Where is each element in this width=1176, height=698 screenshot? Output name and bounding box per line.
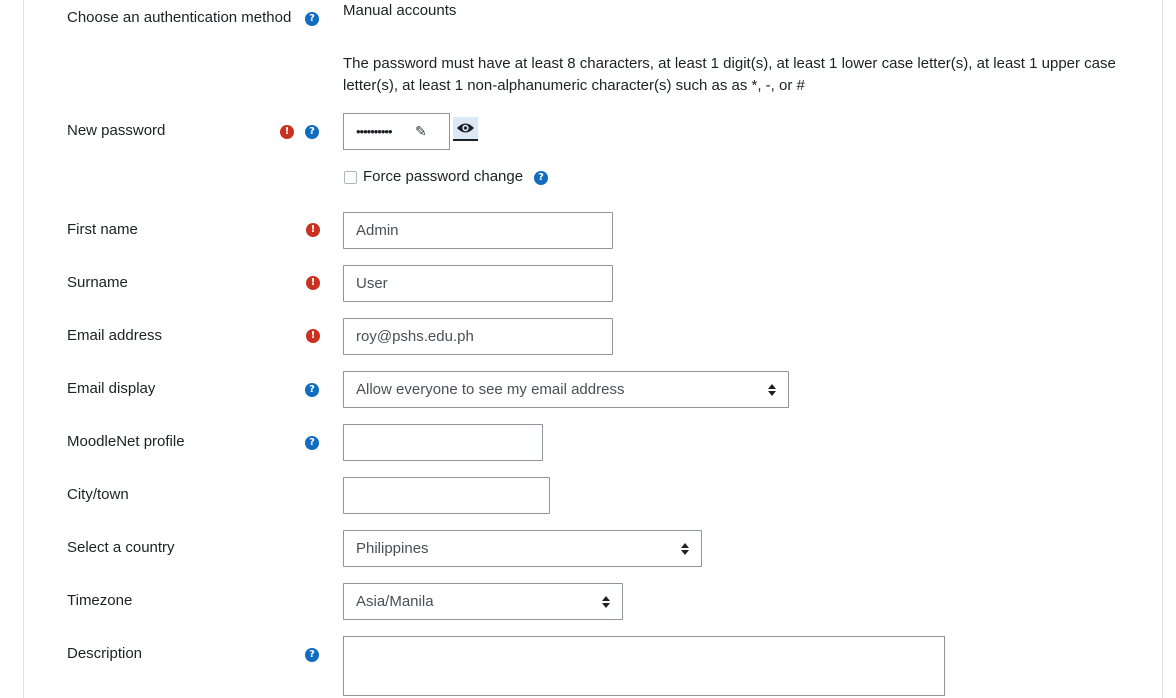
city-input[interactable]	[343, 477, 550, 514]
required-icon: !	[306, 276, 320, 290]
description-editor[interactable]	[343, 636, 945, 696]
description-label: Description	[67, 645, 143, 662]
country-value: Philippines	[356, 540, 429, 557]
new-password-help-icon[interactable]: ?	[305, 125, 319, 139]
new-password-value: ••••••••••	[356, 124, 393, 139]
password-rules-text: The password must have at least 8 charac…	[343, 55, 1116, 94]
email-label: Email address	[67, 327, 163, 344]
timezone-value: Asia/Manila	[356, 593, 434, 610]
email-display-label: Email display	[67, 380, 156, 397]
eye-icon	[457, 123, 474, 133]
select-caret-icon	[768, 383, 776, 397]
country-select[interactable]: Philippines	[343, 530, 702, 567]
force-password-change-help-icon[interactable]: ?	[534, 171, 548, 185]
moodlenet-label: MoodleNet profile	[67, 433, 185, 450]
auth-method-value: Manual accounts	[343, 2, 457, 19]
email-input[interactable]: roy@pshs.edu.ph	[343, 318, 613, 355]
surname-input[interactable]: User	[343, 265, 613, 302]
email-display-select[interactable]: Allow everyone to see my email address	[343, 371, 789, 408]
required-icon: !	[306, 223, 320, 237]
timezone-select[interactable]: Asia/Manila	[343, 583, 623, 620]
reveal-password-button[interactable]	[453, 117, 478, 141]
force-password-change-label: Force password change	[363, 168, 524, 185]
email-display-help-icon[interactable]: ?	[305, 383, 319, 397]
select-caret-icon	[681, 542, 689, 556]
moodlenet-help-icon[interactable]: ?	[305, 436, 319, 450]
email-display-value: Allow everyone to see my email address	[356, 381, 625, 398]
first-name-input[interactable]: Admin	[343, 212, 613, 249]
first-name-label: First name	[67, 221, 138, 238]
country-label: Select a country	[67, 539, 175, 556]
city-label: City/town	[67, 486, 129, 503]
timezone-label: Timezone	[67, 592, 133, 609]
auth-method-help-icon[interactable]: ?	[305, 12, 319, 26]
description-help-icon[interactable]: ?	[305, 648, 319, 662]
force-password-change-checkbox[interactable]	[344, 171, 357, 184]
required-icon: !	[306, 329, 320, 343]
select-caret-icon	[602, 595, 610, 609]
pencil-icon[interactable]: ✎	[415, 125, 429, 139]
surname-label: Surname	[67, 274, 128, 291]
new-password-field[interactable]: •••••••••• ✎	[343, 113, 450, 150]
moodlenet-input[interactable]	[343, 424, 543, 461]
new-password-label: New password	[67, 122, 166, 139]
auth-method-label: Choose an authentication method	[67, 9, 292, 26]
required-icon: !	[280, 125, 294, 139]
